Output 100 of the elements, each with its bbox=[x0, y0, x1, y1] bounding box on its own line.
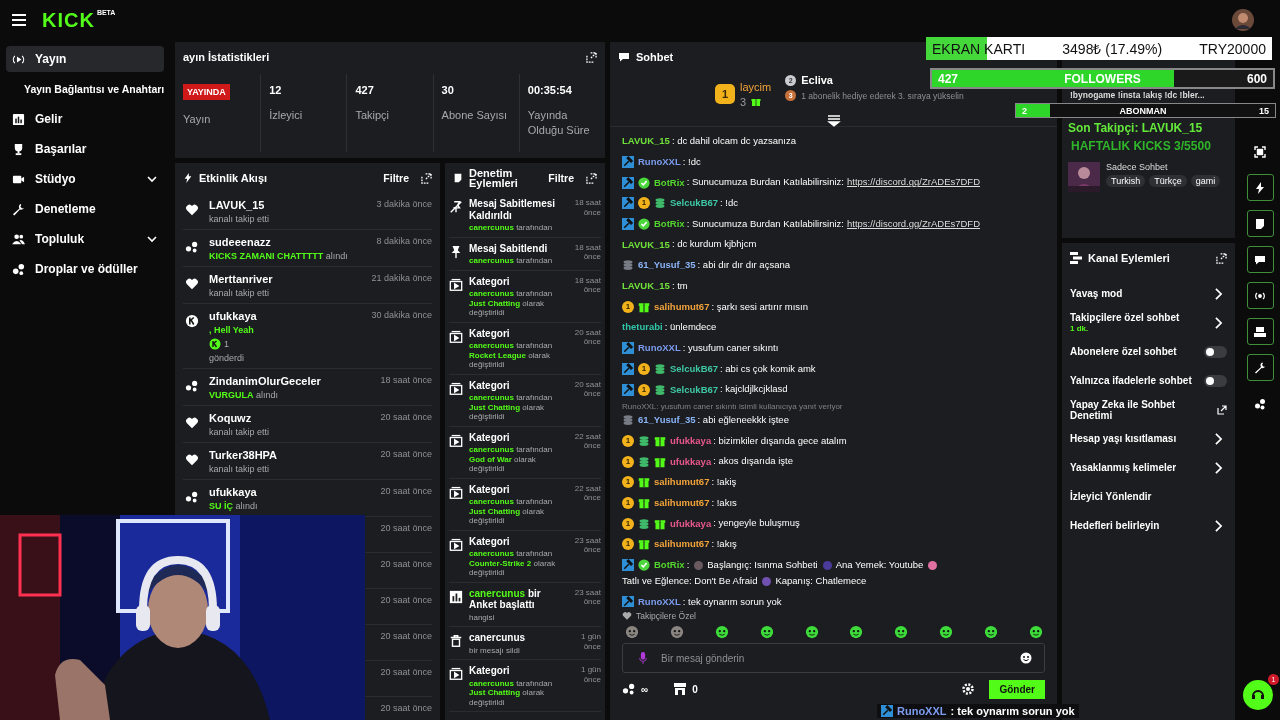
tag[interactable]: gami bbox=[1190, 175, 1221, 187]
user-name[interactable]: BotRix bbox=[654, 176, 685, 189]
activity-time: 18 saat önce bbox=[380, 375, 432, 387]
popout-icon[interactable] bbox=[586, 51, 597, 63]
avatar[interactable] bbox=[1232, 9, 1254, 31]
tag[interactable]: Türkçe bbox=[1149, 175, 1187, 187]
menu-icon[interactable] bbox=[12, 13, 26, 27]
nav-item[interactable]: Topluluk bbox=[6, 226, 164, 252]
user-name[interactable]: salihumut67 bbox=[654, 300, 710, 313]
user-name[interactable]: LAVUK_15 bbox=[209, 199, 367, 211]
emote-icon[interactable] bbox=[894, 625, 909, 639]
user-name[interactable]: ufukkaya bbox=[670, 434, 712, 447]
user-name[interactable]: ufukkaya bbox=[670, 455, 712, 468]
user-name[interactable]: sudeeenazz bbox=[209, 236, 367, 248]
emote-icon[interactable] bbox=[849, 625, 864, 639]
emote-icon[interactable] bbox=[625, 625, 639, 639]
emoji-icon[interactable] bbox=[1020, 652, 1032, 664]
link[interactable]: https://discord.gg/ZrADEs7DFD bbox=[847, 215, 981, 233]
filter-button[interactable]: Filtre bbox=[542, 172, 580, 184]
camera-button[interactable] bbox=[1246, 318, 1274, 345]
nav-item[interactable]: Yayın bbox=[6, 46, 164, 72]
user-name[interactable]: Koquwz bbox=[209, 412, 371, 424]
toggle-switch[interactable] bbox=[1204, 345, 1227, 358]
nav-item[interactable]: Başarılar bbox=[6, 136, 164, 162]
message-box[interactable]: Bir mesaj gönderin bbox=[622, 643, 1045, 673]
user-name[interactable]: Turker38HPA bbox=[209, 449, 371, 461]
nav-item[interactable]: Yayın Bağlantısı ve Anahtarı bbox=[6, 76, 164, 102]
scroll-down-icon[interactable] bbox=[826, 114, 841, 128]
chevron-right-icon[interactable] bbox=[1214, 287, 1223, 300]
user-name[interactable]: LAVUK_15 bbox=[622, 238, 670, 251]
nav-item[interactable]: Stüdyo bbox=[6, 166, 164, 192]
user-name[interactable]: LAVUK_15 bbox=[622, 280, 670, 293]
filter-button[interactable]: Filtre bbox=[377, 172, 415, 184]
emote-icon[interactable] bbox=[714, 625, 729, 639]
action-label[interactable]: Yavaş mod bbox=[1070, 288, 1214, 299]
user-name[interactable]: ufukkaya bbox=[209, 486, 371, 498]
emote-icon[interactable] bbox=[984, 625, 998, 639]
nav-item[interactable]: Denetleme bbox=[6, 196, 164, 222]
external-link-icon[interactable] bbox=[1217, 404, 1227, 415]
nav-item[interactable]: Gelir bbox=[6, 106, 164, 132]
broadcast-button[interactable] bbox=[1246, 282, 1274, 309]
tag[interactable]: Turkish bbox=[1106, 175, 1146, 187]
popout-icon[interactable] bbox=[1216, 252, 1227, 264]
user-name[interactable]: ufukkaya bbox=[209, 310, 362, 322]
emote-icon[interactable] bbox=[669, 625, 684, 639]
message-field[interactable]: Bir mesaj gönderin bbox=[659, 651, 1010, 665]
chevron-right-icon[interactable] bbox=[1214, 316, 1223, 329]
user-name[interactable]: RunoXXL bbox=[638, 596, 681, 607]
bolt-button[interactable] bbox=[1246, 174, 1274, 201]
action-label[interactable]: Yasaklanmış kelimeler bbox=[1070, 462, 1214, 473]
stat-label: Abone Sayısı bbox=[441, 108, 509, 123]
chat-button[interactable] bbox=[1246, 246, 1274, 273]
user-name[interactable]: BotRix bbox=[654, 559, 685, 571]
user-name[interactable]: Ecliva bbox=[801, 74, 833, 86]
popout-icon[interactable] bbox=[421, 172, 432, 184]
user-name[interactable]: SelcukB67 bbox=[670, 197, 719, 210]
store-icon[interactable] bbox=[673, 682, 688, 696]
chevron-right-icon[interactable] bbox=[1214, 519, 1223, 532]
user-name[interactable]: laycim bbox=[740, 80, 772, 93]
help-button[interactable] bbox=[1243, 680, 1273, 710]
user-name[interactable]: Merttanriver bbox=[209, 273, 362, 285]
user-name[interactable]: salihumut67 bbox=[654, 496, 710, 509]
settings-icon[interactable] bbox=[962, 683, 975, 695]
link[interactable]: https://discord.gg/ZrADEs7DFD bbox=[847, 174, 981, 191]
microphone-icon[interactable] bbox=[637, 652, 649, 664]
logo[interactable]: KICK bbox=[42, 8, 95, 32]
emote-icon[interactable] bbox=[759, 625, 774, 639]
user-name[interactable]: LAVUK_15 bbox=[622, 135, 670, 148]
toggle-switch[interactable] bbox=[1204, 374, 1227, 387]
user-name[interactable]: RunoXXL bbox=[638, 155, 681, 168]
user-name[interactable]: theturabi bbox=[622, 321, 663, 334]
send-button[interactable]: Gönder bbox=[989, 679, 1045, 699]
action-label[interactable]: Abonelere özel sohbet bbox=[1070, 346, 1204, 357]
category-name[interactable]: Sadece Sohbet bbox=[1106, 162, 1221, 172]
user-name[interactable]: BotRix bbox=[654, 218, 685, 230]
chevron-right-icon[interactable] bbox=[1214, 432, 1223, 445]
user-name[interactable]: SelcukB67 bbox=[670, 383, 719, 396]
user-name[interactable]: ZindanimOlurGeceler bbox=[209, 375, 371, 387]
nav-item[interactable]: Droplar ve ödüller bbox=[6, 256, 164, 282]
emote-icon[interactable] bbox=[1028, 625, 1043, 639]
user-name[interactable]: SelcukB67 bbox=[670, 362, 719, 375]
user-name[interactable]: 61_Yusuf_35 bbox=[638, 259, 696, 272]
action-label[interactable]: Hesap yaşı kısıtlaması bbox=[1070, 433, 1214, 444]
wrench-button[interactable] bbox=[1246, 354, 1274, 381]
user-name[interactable]: ufukkaya bbox=[670, 517, 712, 530]
user-name[interactable]: RunoXXL bbox=[638, 342, 681, 355]
chevron-right-icon[interactable] bbox=[1214, 461, 1223, 474]
action-label[interactable]: Takipçilere özel sohbet bbox=[1070, 312, 1214, 323]
user-name[interactable]: 61_Yusuf_35 bbox=[638, 414, 696, 427]
action-label[interactable]: İzleyici Yönlendir bbox=[1070, 491, 1227, 502]
action-title: Kategori bbox=[469, 665, 511, 677]
action-label[interactable]: Hedefleri belirleyin bbox=[1070, 520, 1214, 531]
emote-icon[interactable] bbox=[804, 625, 819, 639]
user-name[interactable]: salihumut67 bbox=[654, 476, 710, 489]
note-button[interactable] bbox=[1246, 210, 1274, 237]
popout-icon[interactable] bbox=[586, 172, 597, 184]
action-label[interactable]: Yalnızca ifadelerle sohbet bbox=[1070, 375, 1204, 386]
emote-icon[interactable] bbox=[939, 625, 954, 639]
action-label[interactable]: Yapay Zeka ile Sohbet Denetimi bbox=[1070, 398, 1217, 421]
user-name[interactable]: salihumut67 bbox=[654, 538, 710, 551]
